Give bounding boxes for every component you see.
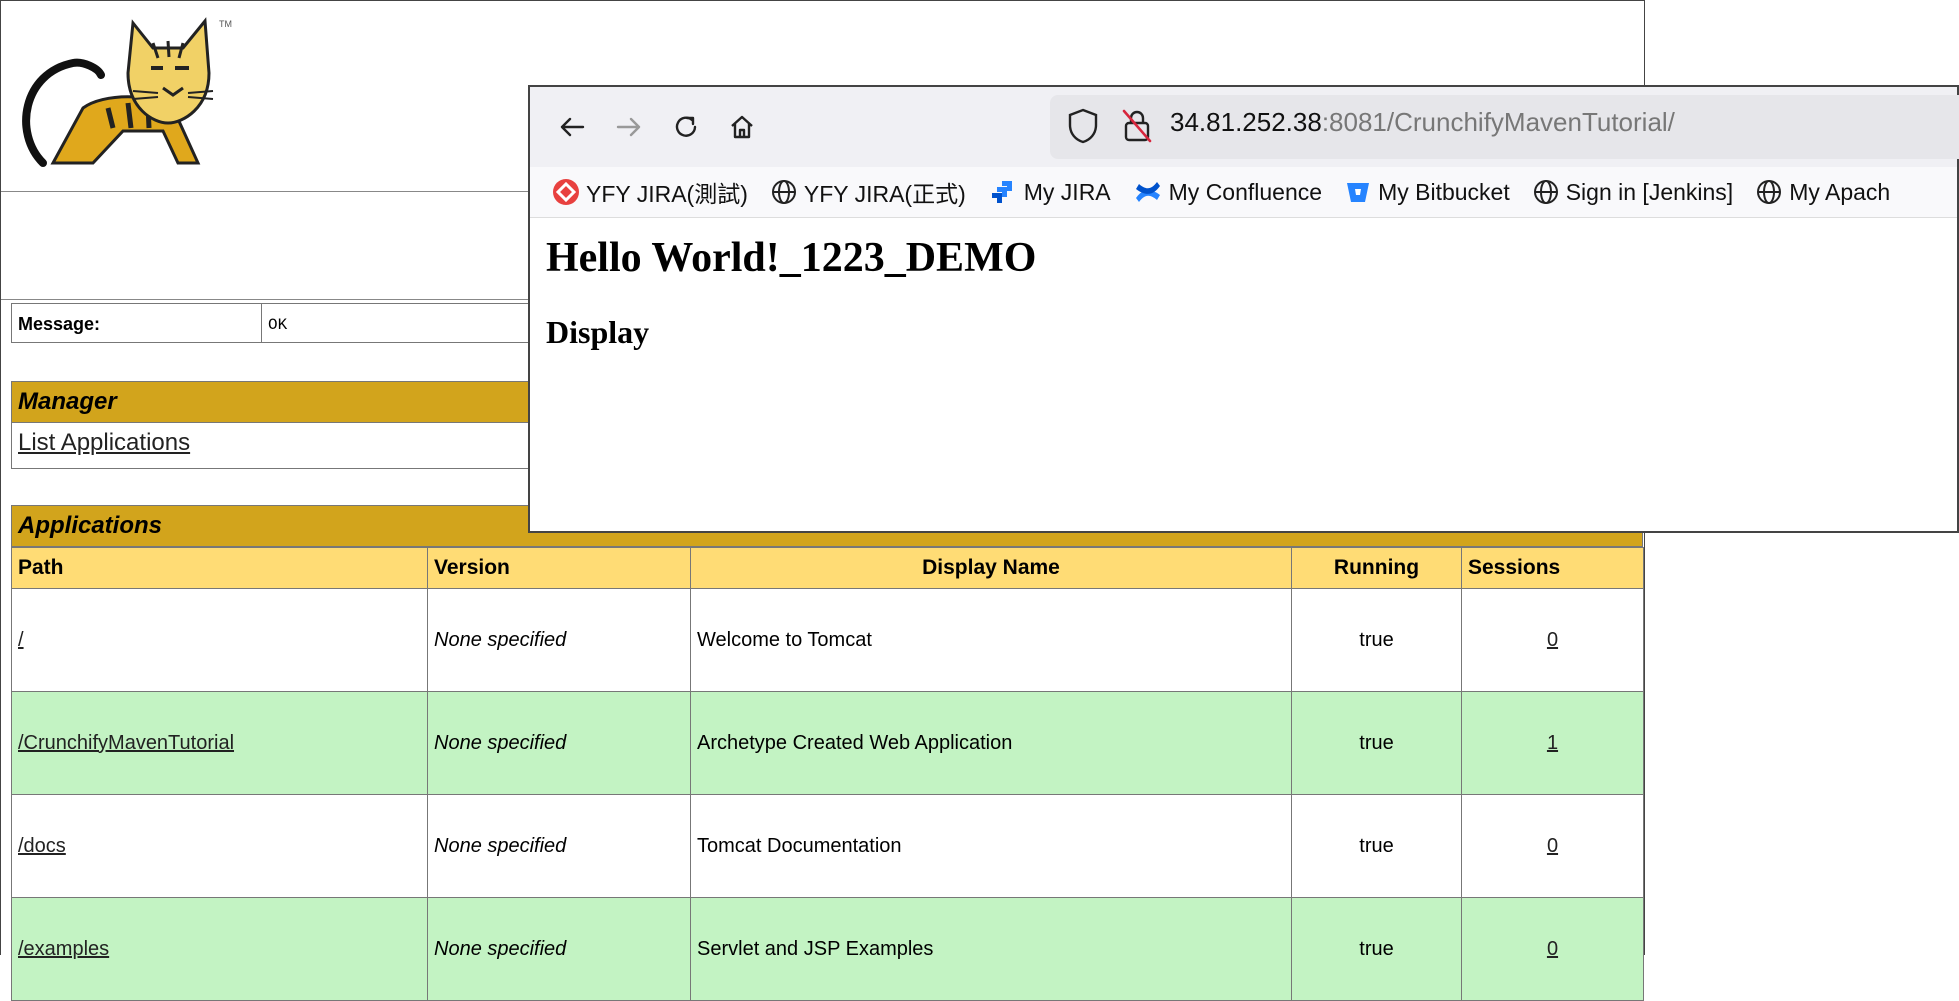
- applications-table: Path Version Display Name Running Sessio…: [11, 547, 1644, 1001]
- bookmark-jenkins[interactable]: Sign in [Jenkins]: [1532, 178, 1733, 206]
- bookmark-my-confluence[interactable]: My Confluence: [1133, 178, 1322, 206]
- column-header-display-name: Display Name: [690, 547, 1292, 589]
- app-sessions-link[interactable]: 0: [1547, 938, 1558, 960]
- arrow-left-icon: [560, 117, 585, 137]
- shield-icon[interactable]: [1066, 107, 1100, 150]
- app-path-link[interactable]: /examples: [18, 938, 109, 960]
- url-host: 34.81.252.38: [1170, 107, 1322, 137]
- bookmark-label: My Bitbucket: [1378, 178, 1510, 205]
- tomcat-logo: TM: [13, 13, 243, 173]
- column-header-path: Path: [11, 547, 428, 589]
- home-icon: [731, 115, 753, 139]
- app-running: true: [1291, 897, 1462, 1001]
- app-display-name: Tomcat Documentation: [690, 794, 1292, 898]
- jira-icon: [991, 181, 1012, 203]
- arrow-right-icon: [616, 117, 641, 137]
- app-display-name: Archetype Created Web Application: [690, 691, 1292, 795]
- app-display-name: Welcome to Tomcat: [690, 588, 1292, 692]
- bookmark-my-jira[interactable]: My JIRA: [988, 178, 1111, 206]
- app-version: None specified: [427, 794, 691, 898]
- bookmark-my-apache[interactable]: My Apach: [1755, 178, 1890, 206]
- bookmark-yfy-jira-test[interactable]: YFY JIRA(測試): [552, 175, 748, 209]
- app-version: None specified: [427, 897, 691, 1001]
- globe-icon: [1533, 180, 1558, 204]
- bookmarks-bar: YFY JIRA(測試) YFY JIRA(正式) My JIRA My Con…: [530, 167, 1957, 218]
- red-diamond-icon: [553, 179, 579, 205]
- reload-button[interactable]: [664, 105, 708, 149]
- app-path-link[interactable]: /CrunchifyMavenTutorial: [18, 732, 234, 754]
- page-heading: Hello World!_1223_DEMO: [546, 235, 1037, 281]
- column-header-running: Running: [1291, 547, 1462, 589]
- app-sessions-link[interactable]: 0: [1547, 629, 1558, 651]
- browser-toolbar: 34.81.252.38:8081/CrunchifyMavenTutorial…: [530, 87, 1959, 167]
- bookmark-label: My Confluence: [1168, 178, 1323, 205]
- app-display-name: Servlet and JSP Examples: [690, 897, 1292, 1001]
- app-running: true: [1291, 691, 1462, 795]
- app-version: None specified: [427, 691, 691, 795]
- confluence-icon: [1135, 182, 1160, 202]
- bookmark-yfy-jira-prod[interactable]: YFY JIRA(正式): [770, 175, 966, 209]
- table-row: /examples None specified Servlet and JSP…: [11, 897, 1644, 1001]
- bookmark-label: Sign in [Jenkins]: [1565, 178, 1734, 205]
- back-button[interactable]: [550, 105, 594, 149]
- globe-icon: [771, 180, 796, 204]
- bookmark-label: YFY JIRA(測試): [586, 181, 748, 207]
- app-running: true: [1291, 588, 1462, 692]
- app-sessions-link[interactable]: 1: [1547, 732, 1558, 754]
- message-label: Message:: [12, 304, 262, 342]
- app-path-link[interactable]: /: [18, 629, 24, 651]
- app-path-link[interactable]: /docs: [18, 835, 66, 857]
- insecure-lock-icon[interactable]: [1120, 107, 1154, 150]
- table-header-row: Path Version Display Name Running Sessio…: [11, 547, 1644, 589]
- bitbucket-icon: [1347, 183, 1370, 202]
- bookmark-label: YFY JIRA(正式): [803, 181, 966, 207]
- column-header-sessions: Sessions: [1461, 547, 1644, 589]
- bookmark-label: My Apach: [1789, 178, 1891, 205]
- browser-window: 34.81.252.38:8081/CrunchifyMavenTutorial…: [528, 85, 1959, 533]
- bookmark-label: My JIRA: [1023, 178, 1111, 205]
- globe-icon: [1757, 180, 1782, 204]
- app-sessions-link[interactable]: 0: [1547, 835, 1558, 857]
- reload-icon: [675, 116, 697, 137]
- list-applications-link[interactable]: List Applications: [18, 429, 190, 456]
- trademark-text: TM: [219, 19, 232, 29]
- table-row: /CrunchifyMavenTutorial None specified A…: [11, 691, 1644, 795]
- column-header-version: Version: [427, 547, 691, 589]
- home-button[interactable]: [720, 105, 764, 149]
- table-row: / None specified Welcome to Tomcat true …: [11, 588, 1644, 692]
- url-path: :8081/CrunchifyMavenTutorial/: [1321, 107, 1675, 137]
- app-version: None specified: [427, 588, 691, 692]
- url-text[interactable]: 34.81.252.38:8081/CrunchifyMavenTutorial…: [1170, 107, 1675, 138]
- bookmark-my-bitbucket[interactable]: My Bitbucket: [1344, 178, 1510, 206]
- page-subheading: Display: [546, 314, 650, 350]
- forward-button[interactable]: [607, 105, 651, 149]
- table-row: /docs None specified Tomcat Documentatio…: [11, 794, 1644, 898]
- app-running: true: [1291, 794, 1462, 898]
